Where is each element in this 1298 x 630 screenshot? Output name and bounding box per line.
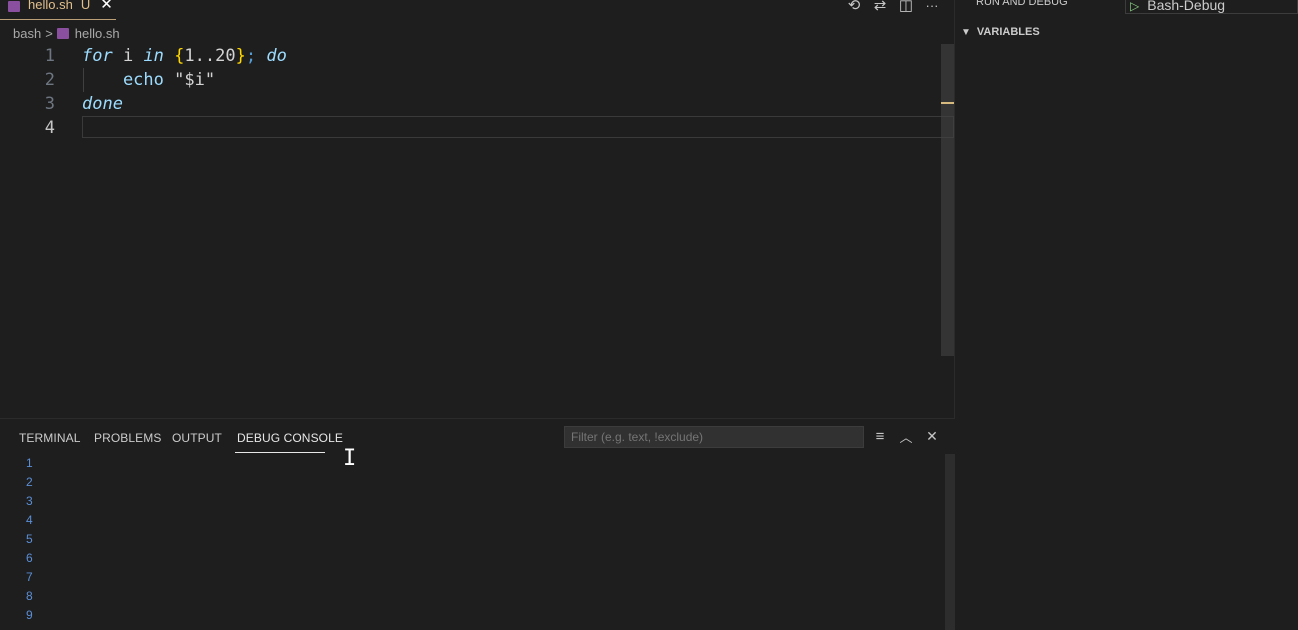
tab-untracked-badge: U xyxy=(80,0,91,12)
variables-section-header[interactable]: ▼ VARIABLES xyxy=(961,26,1040,38)
console-line: 5 xyxy=(26,532,33,546)
start-debugging-icon[interactable]: ▷ xyxy=(1130,0,1139,13)
run-and-debug-title: RUN AND DEBUG xyxy=(976,0,1068,8)
chevron-right-icon: > xyxy=(45,25,53,41)
breadcrumb-file[interactable]: hello.sh xyxy=(75,26,120,41)
line-number: 3 xyxy=(44,94,55,114)
console-line: 9 xyxy=(26,608,33,622)
debug-config-select[interactable]: ▷ Bash-Debug xyxy=(1125,0,1298,14)
bottom-panel: TERMINAL PROBLEMS OUTPUT DEBUG CONSOLE ≡… xyxy=(0,418,955,630)
debug-config-name: Bash-Debug xyxy=(1147,0,1226,13)
tab-close-icon[interactable]: ✕ xyxy=(100,0,113,13)
code-line-text: echo "$i" xyxy=(82,70,216,90)
line-number: 4 xyxy=(44,118,55,138)
code-line: 1 for i in {1..20}; do xyxy=(0,44,955,68)
tab-terminal[interactable]: TERMINAL xyxy=(19,431,80,445)
more-actions-icon[interactable]: ··· xyxy=(922,0,942,13)
debug-console-output[interactable]: 1 2 3 4 5 6 7 8 9 xyxy=(26,454,33,625)
breadcrumb-folder[interactable]: bash xyxy=(13,26,41,41)
code-line: 2 echo "$i" xyxy=(0,68,955,92)
console-line: 8 xyxy=(26,589,33,603)
console-line: 4 xyxy=(26,513,33,527)
line-number: 2 xyxy=(44,70,55,90)
text-cursor-icon: I xyxy=(343,446,357,471)
run-and-debug-sidebar: RUN AND DEBUG ▷ Bash-Debug ▼ VARIABLES xyxy=(955,0,1298,629)
timeline-icon[interactable]: ⟲ xyxy=(844,0,864,14)
code-line: 3 done xyxy=(0,92,955,116)
close-panel-icon[interactable]: ✕ xyxy=(922,428,942,445)
active-panel-tab-indicator xyxy=(235,452,325,453)
line-number: 1 xyxy=(44,46,55,66)
code-line-text: for i in {1..20}; do xyxy=(82,46,287,66)
clear-console-icon[interactable]: ≡ xyxy=(870,428,890,445)
debug-console-filter-input[interactable] xyxy=(564,426,864,448)
console-line: 7 xyxy=(26,570,33,584)
maximize-panel-icon[interactable]: ︿ xyxy=(896,427,916,446)
console-line: 6 xyxy=(26,551,33,565)
shell-file-icon xyxy=(56,27,69,39)
console-line: 2 xyxy=(26,475,33,489)
editor-tab-bar: hello.sh U ✕ ⟲ ⇄ ◫ ··· xyxy=(0,0,955,21)
tab-problems[interactable]: PROBLEMS xyxy=(94,431,162,445)
scrollbar-change-marker xyxy=(941,102,955,104)
code-line-text: done xyxy=(82,94,123,114)
tab-file-name: hello.sh xyxy=(28,0,73,12)
variables-label: VARIABLES xyxy=(976,26,1040,38)
tab-debug-console[interactable]: DEBUG CONSOLE xyxy=(237,431,343,445)
active-tab-indicator xyxy=(0,19,116,20)
tab-output[interactable]: OUTPUT xyxy=(172,431,222,445)
console-scrollbar[interactable] xyxy=(945,454,955,630)
editor-tab-hello-sh[interactable]: hello.sh U ✕ xyxy=(0,0,116,21)
code-editor[interactable]: 1 for i in {1..20}; do 2 echo "$i" 3 don… xyxy=(0,44,955,140)
code-line: 4 xyxy=(0,116,955,140)
split-editor-icon[interactable]: ◫ xyxy=(896,0,916,14)
console-line: 1 xyxy=(26,456,33,470)
editor-pane: hello.sh U ✕ ⟲ ⇄ ◫ ··· bash > hello.sh 1… xyxy=(0,0,955,418)
console-line: 3 xyxy=(26,494,33,508)
open-changes-icon[interactable]: ⇄ xyxy=(870,0,890,14)
editor-scrollbar[interactable] xyxy=(941,44,955,356)
breadcrumb: bash > hello.sh xyxy=(13,25,120,41)
chevron-down-icon: ▼ xyxy=(961,26,971,38)
shell-file-icon xyxy=(8,0,20,12)
